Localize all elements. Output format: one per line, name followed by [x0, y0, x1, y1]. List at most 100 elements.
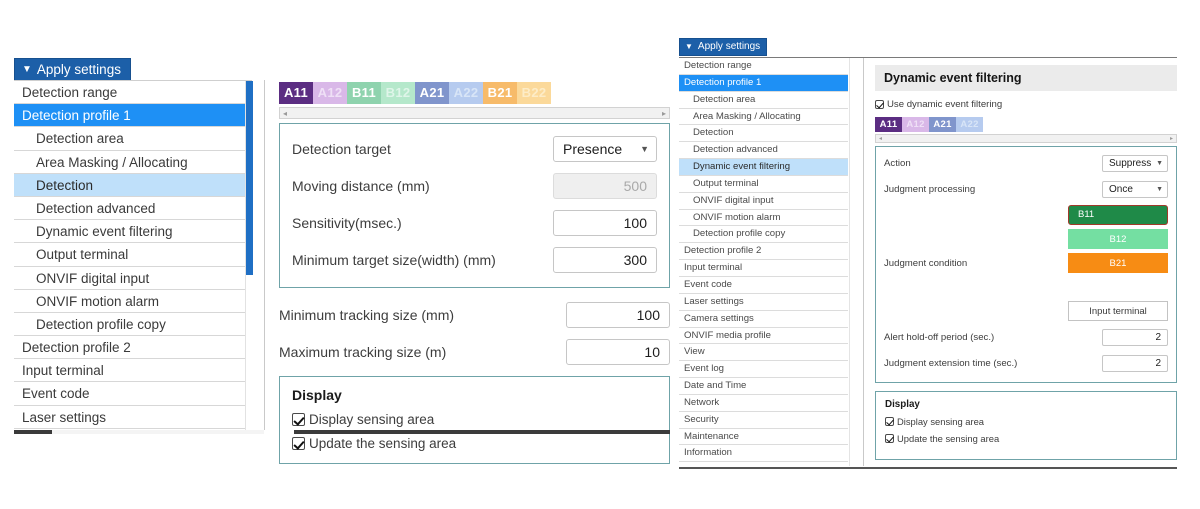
sidebar-item-area-masking-allocating[interactable]: Area Masking / Allocating [14, 151, 245, 174]
apply-settings-button-right[interactable]: ▼ Apply settings [679, 38, 768, 56]
left-area-tab-strip[interactable]: A11 A12 B11 B12 A21 A22 B21 B22 [279, 82, 670, 104]
left-sidebar-scrollbar[interactable] [245, 81, 253, 431]
sidebar-item-date-and-time[interactable]: Date and Time [679, 378, 848, 395]
left-panel-bottom-scrollbars[interactable] [14, 430, 670, 438]
sidebar-item-onvif-media-profile[interactable]: ONVIF media profile [679, 328, 848, 345]
checkbox-row[interactable]: Display sensing area [292, 412, 657, 427]
checkbox-icon[interactable] [292, 413, 305, 426]
numeric-input[interactable]: 100 [553, 210, 657, 236]
sidebar-item-detection-profile-2[interactable]: Detection profile 2 [679, 243, 848, 261]
left-sidebar-scrollbar-thumb[interactable] [246, 81, 253, 275]
area-tab-B21[interactable]: B21 [483, 82, 517, 104]
detection-target-select[interactable]: Presence ▼ [553, 136, 657, 162]
area-tab-B12[interactable]: B12 [381, 82, 415, 104]
right-display-checkbox-list: Display sensing area Update the sensing a… [885, 416, 1167, 444]
judgment-condition-button-b11[interactable]: B11 [1068, 205, 1168, 225]
use-dynamic-event-filtering-checkbox[interactable]: Use dynamic event filtering [875, 99, 1177, 110]
sidebar-item-detection[interactable]: Detection [14, 173, 245, 197]
left-main-hscroll-thumb[interactable] [294, 430, 670, 434]
checkbox-icon[interactable] [885, 417, 894, 426]
judgment-condition-button-input-terminal[interactable]: Input terminal [1068, 301, 1168, 321]
sidebar-item-input-terminal[interactable]: Input terminal [14, 359, 245, 383]
right-tabs-horizontal-scrollbar[interactable]: ◂ ▸ [875, 134, 1177, 143]
scroll-left-arrow-icon[interactable]: ◂ [283, 109, 287, 118]
scroll-left-arrow-icon[interactable]: ◂ [879, 135, 882, 142]
sidebar-item-detection-profile-1[interactable]: Detection profile 1 [14, 104, 245, 128]
judgment-condition-button-b12[interactable]: B12 [1068, 229, 1168, 249]
scroll-right-arrow-icon[interactable]: ▸ [1170, 135, 1173, 142]
field-label: Moving distance (mm) [292, 178, 430, 194]
sidebar-item-detection-profile-copy[interactable]: Detection profile copy [14, 313, 245, 337]
action-select[interactable]: Suppress ▼ [1102, 155, 1168, 172]
sidebar-item-information[interactable]: Information [679, 445, 848, 463]
field-control-wrap: 10 [566, 339, 670, 365]
sidebar-item-detection-range[interactable]: Detection range [14, 81, 245, 105]
right-area-tab-strip[interactable]: A11 A12 A21 A22 [875, 117, 1177, 132]
sidebar-item-area-masking-allocating[interactable]: Area Masking / Allocating [679, 109, 848, 126]
judgment-extension-input[interactable]: 2 [1102, 355, 1168, 372]
sidebar-item-detection-profile-2[interactable]: Detection profile 2 [14, 336, 245, 360]
app-screenshot: ▼ Apply settings Detection range Detectio… [0, 0, 1200, 509]
sidebar-item-onvif-motion-alarm[interactable]: ONVIF motion alarm [679, 210, 848, 227]
left-tabs-horizontal-scrollbar[interactable]: ◂ ▸ [279, 107, 670, 119]
numeric-input[interactable]: 10 [566, 339, 670, 365]
area-tab-A22[interactable]: A22 [956, 117, 983, 132]
judgment-condition-button-b22[interactable]: B22 [1068, 277, 1168, 297]
checkbox-row[interactable]: Update the sensing area [885, 433, 1167, 444]
judgment-processing-select[interactable]: Once ▼ [1102, 181, 1168, 198]
left-sidebar-nav[interactable]: Detection range Detection profile 1 Detect… [14, 80, 253, 431]
sidebar-item-detection-area[interactable]: Detection area [14, 127, 245, 151]
sidebar-item-laser-settings[interactable]: Laser settings [679, 294, 848, 311]
area-tab-A21[interactable]: A21 [415, 82, 449, 104]
checkbox-row[interactable]: Display sensing area [885, 416, 1167, 427]
checkbox-icon[interactable] [875, 100, 884, 109]
sidebar-item-detection-advanced[interactable]: Detection advanced [679, 142, 848, 160]
sidebar-item-output-terminal[interactable]: Output terminal [14, 243, 245, 267]
right-panel-bottom-scrollbar[interactable] [679, 467, 1177, 469]
sidebar-item-detection-area[interactable]: Detection area [679, 92, 848, 109]
right-sidebar-scrollbar[interactable] [849, 58, 854, 466]
sidebar-item-detection-range[interactable]: Detection range [679, 58, 848, 75]
sidebar-item-event-code[interactable]: Event code [14, 382, 245, 406]
checkbox-icon[interactable] [292, 437, 305, 450]
area-tab-B22[interactable]: B22 [517, 82, 551, 104]
sidebar-item-dynamic-event-filtering[interactable]: Dynamic event filtering [679, 159, 848, 176]
apply-settings-button-left[interactable]: ▼ Apply settings [14, 58, 131, 83]
sidebar-item-event-code[interactable]: Event code [679, 277, 848, 294]
sidebar-item-onvif-digital-input[interactable]: ONVIF digital input [679, 193, 848, 210]
sidebar-item-security[interactable]: Security [679, 412, 848, 429]
sidebar-item-onvif-digital-input[interactable]: ONVIF digital input [14, 267, 245, 290]
area-tab-A11[interactable]: A11 [279, 82, 313, 104]
sidebar-item-detection[interactable]: Detection [679, 125, 848, 143]
sidebar-item-input-terminal[interactable]: Input terminal [679, 260, 848, 277]
sidebar-item-output-terminal[interactable]: Output terminal [679, 176, 848, 193]
sidebar-item-dynamic-event-filtering[interactable]: Dynamic event filtering [14, 220, 245, 244]
judgment-condition-button-b21[interactable]: B21 [1068, 253, 1168, 273]
area-tab-B11[interactable]: B11 [347, 82, 381, 104]
checkbox-icon[interactable] [885, 434, 894, 443]
sidebar-item-laser-settings[interactable]: Laser settings [14, 406, 245, 429]
area-tab-A22[interactable]: A22 [449, 82, 483, 104]
form-row: Minimum tracking size (mm) 100 [279, 300, 670, 330]
numeric-input[interactable]: 300 [553, 247, 657, 273]
sidebar-item-camera-settings[interactable]: Camera settings [679, 311, 848, 328]
scroll-right-arrow-icon[interactable]: ▸ [662, 109, 666, 118]
area-tab-A12[interactable]: A12 [902, 117, 929, 132]
checkbox-row[interactable]: Update the sensing area [292, 436, 657, 451]
sidebar-item-maintenance[interactable]: Maintenance [679, 429, 848, 446]
alert-hold-off-input[interactable]: 2 [1102, 329, 1168, 346]
left-main-content: A11 A12 B11 B12 A21 A22 B21 B22 ◂ ▸ Detection t… [264, 80, 670, 464]
sidebar-item-detection-profile-1[interactable]: Detection profile 1 [679, 74, 848, 92]
left-sidebar-hscroll-thumb[interactable] [14, 430, 52, 434]
sidebar-item-onvif-motion-alarm[interactable]: ONVIF motion alarm [14, 290, 245, 313]
sidebar-item-view[interactable]: View [679, 344, 848, 362]
area-tab-A11[interactable]: A11 [875, 117, 902, 132]
area-tab-A21[interactable]: A21 [929, 117, 956, 132]
area-tab-A12[interactable]: A12 [313, 82, 347, 104]
sidebar-item-detection-advanced[interactable]: Detection advanced [14, 197, 245, 221]
sidebar-item-event-log[interactable]: Event log [679, 361, 848, 379]
numeric-input[interactable]: 100 [566, 302, 670, 328]
sidebar-item-detection-profile-copy[interactable]: Detection profile copy [679, 226, 848, 244]
sidebar-item-network[interactable]: Network [679, 395, 848, 412]
right-sidebar-nav[interactable]: Detection range Detection profile 1 Detect… [679, 58, 854, 466]
